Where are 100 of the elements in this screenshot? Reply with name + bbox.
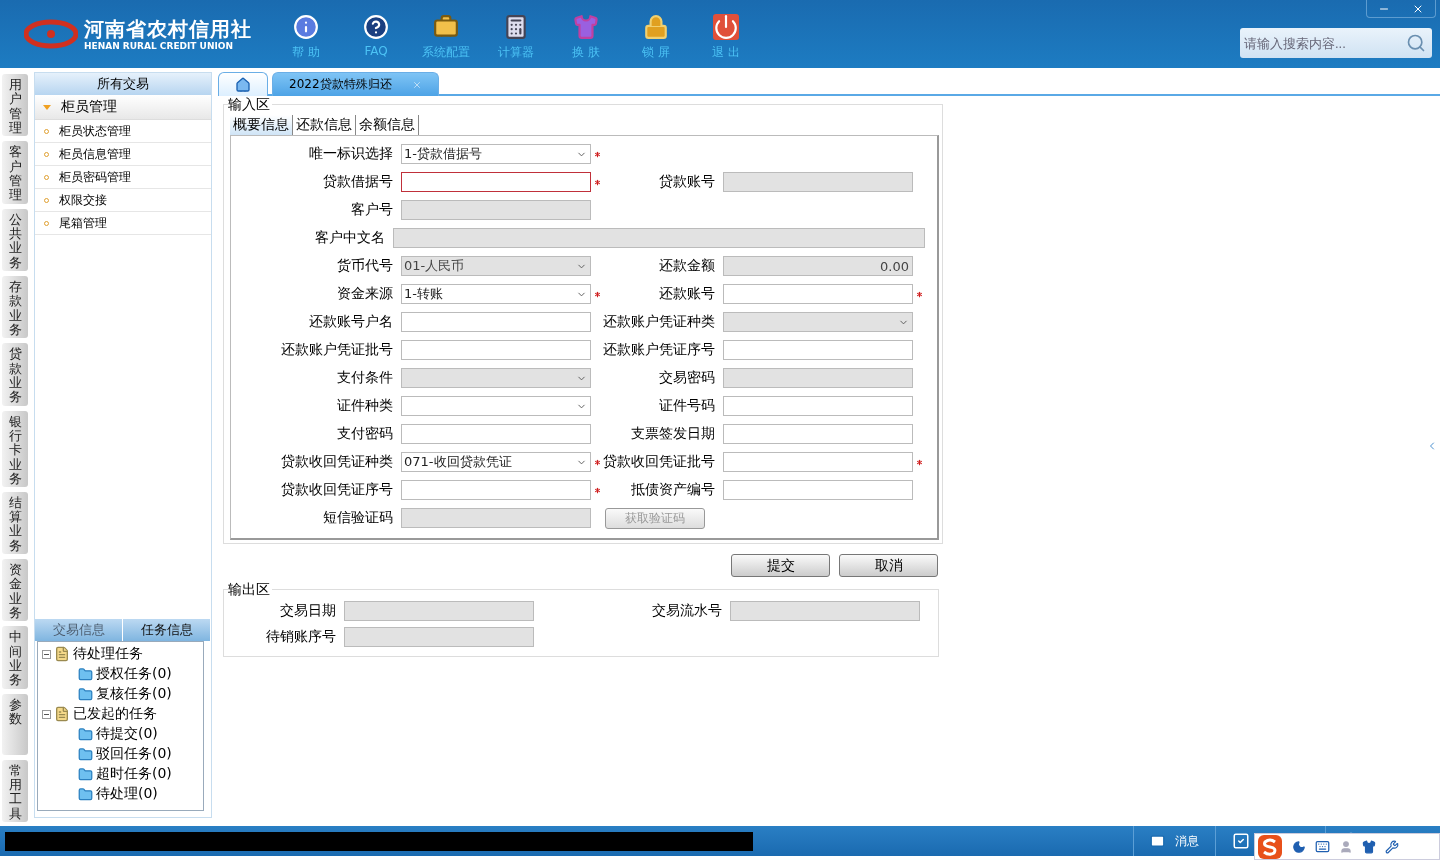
side-tab[interactable]: 客户管理: [2, 141, 28, 204]
input-field[interactable]: [723, 340, 913, 360]
tree-node[interactable]: 已发起的任务: [73, 705, 157, 723]
field-label: 唯一标识选择: [308, 145, 394, 163]
field-label: 客户中文名: [314, 229, 387, 247]
side-tab[interactable]: 参数: [2, 693, 28, 755]
field-label: 支票签发日期: [630, 425, 716, 443]
side-tab[interactable]: 结算业务: [2, 491, 28, 554]
field-label: 交易流水号: [651, 602, 723, 620]
status-label[interactable]: 消息: [1175, 832, 1199, 850]
input-field[interactable]: [401, 340, 591, 360]
search-field[interactable]: 请输入搜索内容...: [1240, 28, 1432, 58]
close-icon[interactable]: [411, 79, 422, 90]
input-field[interactable]: [723, 396, 913, 416]
power-icon: [713, 13, 739, 40]
tree-node[interactable]: 驳回任务(0): [96, 745, 172, 763]
field-label: 支付密码: [336, 425, 394, 443]
panel-tab[interactable]: 交易信息: [35, 619, 123, 641]
checkbox-icon[interactable]: [1232, 832, 1250, 850]
field-label: 还款账号: [658, 285, 716, 303]
dropdown-field[interactable]: 1-贷款借据号: [401, 144, 591, 164]
field-label: 交易密码: [658, 369, 716, 387]
field-label: 还款金额: [658, 257, 716, 275]
field-label: 证件号码: [658, 397, 716, 415]
field-label: 货币代号: [336, 257, 394, 275]
moon-icon[interactable]: [1292, 839, 1306, 854]
field-label: 短信验证码: [322, 509, 394, 527]
side-tab[interactable]: 资金业务: [2, 559, 28, 622]
input-field[interactable]: [723, 452, 913, 472]
wrench-icon[interactable]: [1385, 839, 1399, 854]
input-field[interactable]: [401, 480, 591, 500]
side-tab[interactable]: 存款业务: [2, 276, 28, 339]
field-label: 客户号: [350, 201, 394, 219]
field-label: 还款账户凭证序号: [603, 341, 716, 359]
sidebar-title: 所有交易: [35, 73, 211, 95]
logo-title: 河南省农村信用社: [84, 16, 252, 41]
menu-group[interactable]: 柜员管理: [35, 95, 211, 120]
section-legend: 输出区: [228, 581, 272, 599]
page-tab[interactable]: 2022贷款特殊归还: [272, 72, 439, 96]
toolbox-icon: [433, 13, 459, 40]
side-tab[interactable]: 常用工具: [2, 759, 28, 822]
field-label: 交易日期: [279, 602, 337, 620]
side-tab[interactable]: 公共业务: [2, 208, 28, 272]
tree-node[interactable]: 超时任务(0): [96, 765, 172, 783]
side-tab[interactable]: 中间业务: [2, 626, 28, 689]
tree-node[interactable]: 待处理任务: [73, 645, 143, 663]
menu-item[interactable]: 柜员状态管理: [35, 120, 211, 143]
menu-item[interactable]: 柜员密码管理: [35, 166, 211, 189]
input-field[interactable]: [401, 312, 591, 332]
form-tab[interactable]: 概要信息: [230, 115, 293, 135]
home-icon: [235, 76, 251, 93]
logo-icon: [24, 19, 78, 49]
tree-node[interactable]: 授权任务(0): [96, 665, 172, 683]
collapse-icon[interactable]: [42, 649, 51, 659]
home-tab[interactable]: [218, 72, 268, 96]
dropdown-field[interactable]: 1-转账: [401, 284, 591, 304]
tree-node[interactable]: 待处理(0): [96, 785, 158, 803]
dropdown-field[interactable]: 071-收回贷款凭证: [401, 452, 591, 472]
field-label: 贷款收回凭证种类: [280, 453, 394, 471]
folder-icon: [78, 666, 93, 682]
input-field[interactable]: [344, 627, 534, 647]
user-icon[interactable]: [1339, 839, 1353, 854]
form-tab[interactable]: 余额信息: [356, 115, 419, 135]
input-field[interactable]: [730, 601, 920, 621]
folder-icon: [78, 686, 93, 702]
field-label: 贷款借据号: [322, 173, 394, 191]
field-label: 还款账户凭证批号: [280, 341, 394, 359]
menu-item[interactable]: 柜员信息管理: [35, 143, 211, 166]
menu-item[interactable]: 尾箱管理: [35, 212, 211, 235]
field-label: 支付条件: [336, 369, 394, 387]
field-label: 还款账户凭证种类: [603, 313, 716, 331]
side-tab[interactable]: 贷款业务: [2, 343, 28, 406]
shirt-icon[interactable]: [1362, 839, 1376, 854]
action-button[interactable]: 提交: [731, 554, 830, 577]
input-field[interactable]: [401, 172, 591, 192]
tree-node[interactable]: 待提交(0): [96, 725, 158, 743]
side-tab[interactable]: 银行卡业务: [2, 410, 28, 487]
side-tab[interactable]: 用户管理: [2, 74, 28, 137]
action-button[interactable]: 取消: [839, 554, 938, 577]
input-field[interactable]: [723, 480, 913, 500]
keyboard-icon[interactable]: [1315, 839, 1330, 854]
input-field[interactable]: [723, 424, 913, 444]
menu-item[interactable]: 权限交接: [35, 189, 211, 212]
collapse-icon[interactable]: [42, 709, 51, 719]
field-label: 待销账序号: [265, 628, 337, 646]
tree-node[interactable]: 复核任务(0): [96, 685, 172, 703]
shirt-icon: [573, 13, 599, 40]
field-label: 还款账号户名: [308, 313, 394, 331]
input-field[interactable]: [401, 424, 591, 444]
folder-icon: [54, 706, 70, 722]
dropdown-field[interactable]: [401, 396, 591, 416]
input-field[interactable]: [723, 284, 913, 304]
input-field[interactable]: [344, 601, 534, 621]
calculator-icon: [503, 13, 529, 40]
panel-tab[interactable]: 任务信息: [123, 619, 211, 641]
folder-icon: [54, 646, 70, 662]
folder-icon: [78, 786, 93, 802]
form-tab[interactable]: 还款信息: [293, 115, 356, 135]
lock-icon: [643, 13, 669, 40]
search-icon[interactable]: [1406, 33, 1426, 53]
